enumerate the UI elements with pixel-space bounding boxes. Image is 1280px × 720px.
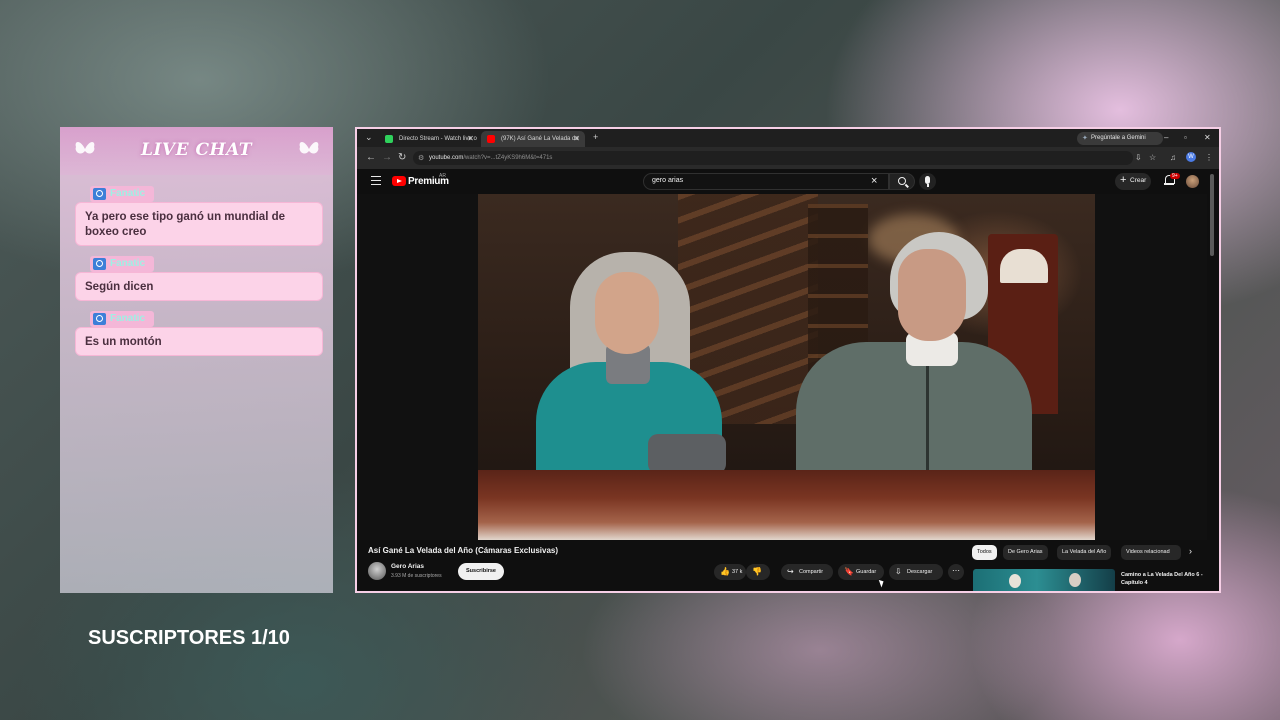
share-button[interactable]: ↪ Compartir	[781, 564, 833, 580]
search-query: gero arias	[652, 177, 684, 184]
like-button[interactable]: 👍 37 k	[714, 564, 746, 580]
video-player[interactable]	[357, 194, 1207, 540]
live-chat-header: LIVE CHAT	[60, 127, 333, 175]
chat-message: Según dicen	[75, 272, 323, 301]
chat-username: Fanatic	[110, 188, 146, 199]
browser-profile-avatar[interactable]: W	[1186, 152, 1196, 162]
related-video-thumbnail[interactable]	[973, 569, 1115, 591]
mouse-cursor	[878, 578, 886, 588]
chat-username: Fanatic	[110, 313, 146, 324]
dislike-button[interactable]: 👎	[746, 564, 770, 580]
door-window	[1000, 249, 1048, 283]
chat-message: Es un montón	[75, 327, 323, 356]
chat-user-tag: Fanatic	[90, 256, 154, 272]
tab-list-icon[interactable]: ⌄	[365, 132, 373, 143]
jacket-zipper	[926, 364, 929, 484]
tab-bar: ⌄ Directo Stream - Watch live o ✕ (97K) …	[357, 129, 1219, 147]
url-path: /watch?v=...tZ4yKS9h6M&t=471s	[463, 155, 553, 161]
live-chat-title: LIVE CHAT	[141, 140, 252, 160]
page-scrollbar[interactable]	[1210, 174, 1214, 256]
thumbs-down-icon: 👎	[752, 567, 762, 576]
subscriber-goal-counter: SUSCRIPTORES 1/10	[88, 627, 290, 649]
woman-face	[595, 272, 659, 354]
stream-favicon	[385, 135, 393, 143]
close-window-icon[interactable]: ✕	[1204, 133, 1211, 142]
download-button[interactable]: ⇩ Descargar	[889, 564, 943, 580]
browser-menu-icon[interactable]: ⋮	[1205, 153, 1213, 162]
back-icon[interactable]: ←	[366, 152, 376, 163]
youtube-favicon	[487, 135, 495, 143]
install-app-icon[interactable]: ⇩	[1135, 153, 1142, 162]
more-actions-icon[interactable]: ⋯	[948, 564, 964, 580]
download-label: Descargar	[907, 569, 933, 575]
close-tab-icon[interactable]: ✕	[467, 134, 474, 143]
bookmark-star-icon[interactable]: ☆	[1149, 153, 1156, 162]
chat-user-tag: Fanatic	[90, 186, 154, 202]
chip-todos[interactable]: Todos	[972, 545, 997, 560]
chip-de-gero-arias[interactable]: De Gero Arias	[1003, 545, 1048, 560]
gemini-button[interactable]: Pregúntale a Gemini	[1077, 132, 1163, 145]
new-tab-icon[interactable]: +	[593, 132, 598, 142]
share-label: Compartir	[799, 569, 824, 575]
url-host: youtube.com	[429, 155, 464, 161]
related-video-title[interactable]: Camino a La Velada Del Año 6 - Capítulo …	[1121, 571, 1207, 587]
search-input[interactable]: gero arias ×	[643, 173, 889, 190]
url-field[interactable]: ⚙ youtube.com/watch?v=...tZ4yKS9h6M&t=47…	[413, 151, 1133, 165]
reload-icon[interactable]: ↻	[398, 152, 406, 163]
bookmark-icon: 🔖	[844, 567, 854, 576]
man-face	[898, 249, 966, 341]
video-frame[interactable]	[478, 194, 1095, 540]
tab-directo-stream[interactable]: Directo Stream - Watch live o ✕	[379, 131, 479, 147]
search-button[interactable]	[889, 173, 915, 190]
chip-la-velada[interactable]: La Velada del Año	[1057, 545, 1112, 560]
minimize-icon[interactable]: –	[1164, 133, 1168, 142]
woman-grey-sleeve	[648, 434, 726, 474]
region-code: AR	[439, 173, 446, 179]
chat-message: Ya pero ese tipo ganó un mundial de boxe…	[75, 202, 323, 246]
channel-avatar[interactable]	[368, 562, 386, 580]
chip-videos-relacionados[interactable]: Videos relacionad	[1121, 545, 1181, 560]
video-info: Así Gané La Velada del Año (Cámaras Excl…	[357, 540, 1219, 591]
address-bar: ← → ↻ ⚙ youtube.com/watch?v=...tZ4yKS9h6…	[357, 147, 1219, 169]
voice-search-icon[interactable]	[919, 173, 936, 190]
youtube-logo-icon[interactable]	[392, 176, 406, 186]
tab-label: (97K) Así Gané La Velada de	[501, 136, 579, 142]
notification-count-badge: 9+	[1170, 173, 1180, 179]
account-avatar[interactable]	[1186, 175, 1199, 188]
chevron-right-icon[interactable]: ›	[1189, 546, 1192, 556]
chat-username: Fanatic	[110, 258, 146, 269]
clear-search-icon[interactable]: ×	[871, 175, 877, 187]
youtube-header: Premium AR gero arias × Crear 9+	[357, 169, 1219, 194]
forward-icon[interactable]: →	[382, 152, 392, 163]
wooden-table	[478, 470, 1095, 540]
download-icon: ⇩	[895, 567, 902, 576]
video-title: Así Gané La Velada del Año (Cámaras Excl…	[368, 546, 559, 555]
subscribe-button[interactable]: Suscribirse	[458, 563, 504, 580]
browser-window: ⌄ Directo Stream - Watch live o ✕ (97K) …	[355, 127, 1221, 593]
butterfly-icon	[299, 142, 319, 154]
user-badge-icon	[93, 188, 106, 200]
share-icon: ↪	[787, 567, 794, 576]
site-info-icon[interactable]: ⚙	[418, 154, 424, 162]
maximize-icon[interactable]: ▫	[1184, 133, 1187, 142]
thumbs-up-icon: 👍	[720, 567, 730, 576]
search-icon	[898, 177, 906, 185]
save-button[interactable]: 🔖 Guardar	[838, 564, 884, 580]
channel-subscriber-count: 3.93 M de suscriptores	[391, 573, 442, 579]
close-tab-icon[interactable]: ✕	[573, 134, 580, 143]
user-badge-icon	[93, 258, 106, 270]
save-label: Guardar	[856, 569, 877, 575]
create-button[interactable]: Crear	[1115, 173, 1151, 190]
tab-label: Directo Stream - Watch live o	[399, 136, 477, 142]
user-badge-icon	[93, 313, 106, 325]
channel-name[interactable]: Gero Arias	[391, 563, 424, 570]
menu-icon[interactable]	[371, 176, 381, 185]
tab-youtube-video[interactable]: (97K) Así Gané La Velada de ✕	[481, 131, 585, 147]
media-controls-icon[interactable]: ♫	[1170, 153, 1176, 162]
like-count: 37 k	[732, 569, 743, 575]
chat-user-tag: Fanatic	[90, 311, 154, 327]
